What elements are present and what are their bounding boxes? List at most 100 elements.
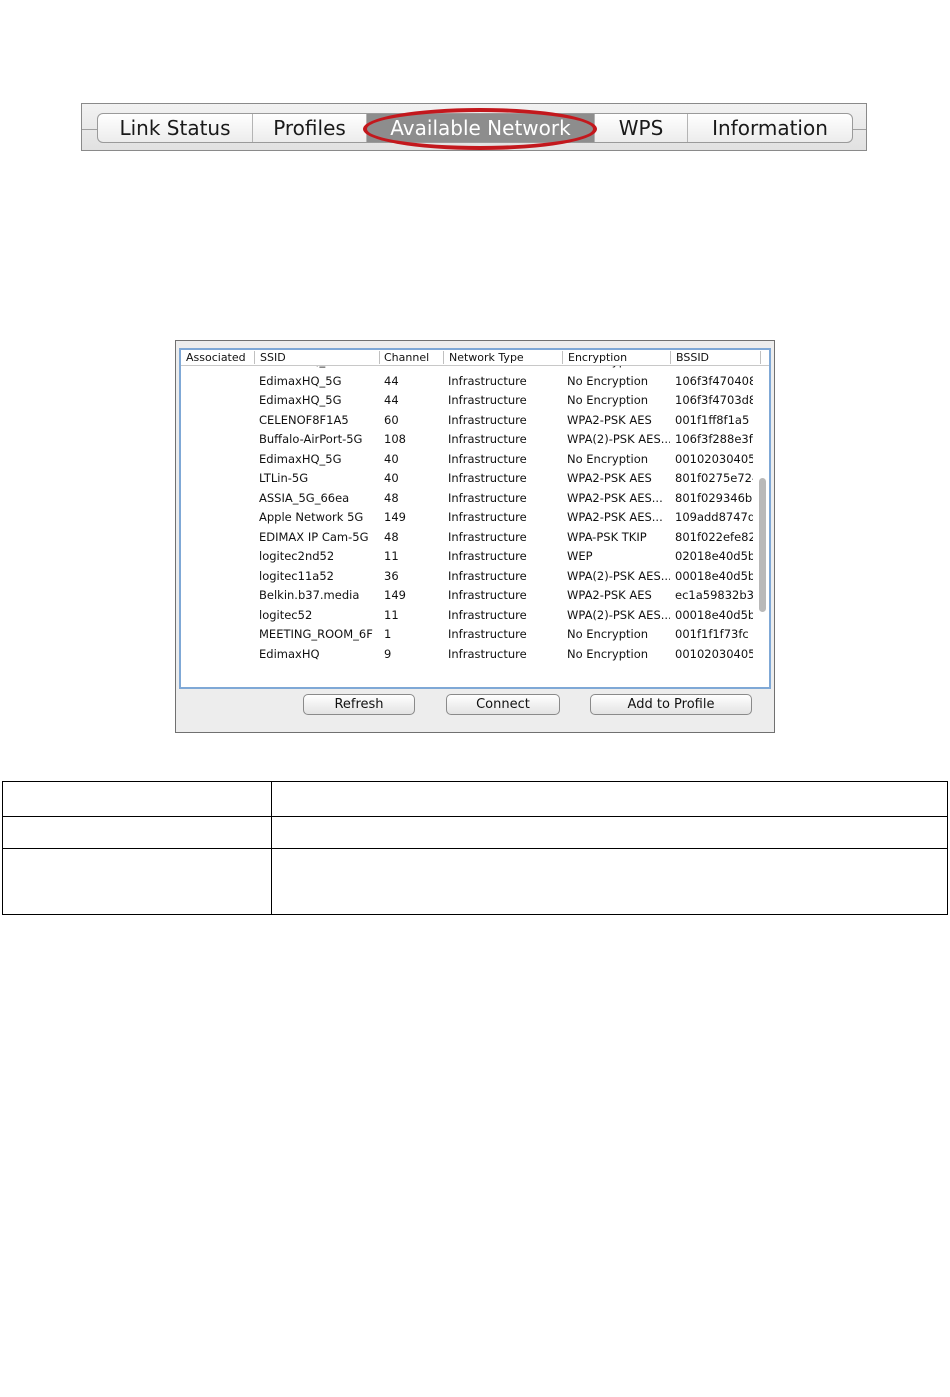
encryption-cell: No Encryption bbox=[567, 627, 649, 641]
channel-cell: 9 bbox=[384, 646, 392, 661]
column-separator bbox=[670, 351, 671, 364]
ssid-cell: Belkin.b37.media bbox=[259, 588, 360, 602]
channel-cell: 11 bbox=[384, 607, 399, 622]
column-encryption[interactable]: Encryption bbox=[568, 351, 627, 365]
channel-cell: 60 bbox=[384, 412, 399, 427]
bssid-cell: 801f0275e724 bbox=[675, 471, 753, 485]
network-row[interactable]: EdimaxHQ_5G 44 Infrastructure No Encryption… bbox=[181, 372, 753, 391]
scrollbar-thumb[interactable] bbox=[759, 478, 766, 612]
tab-group: Link Status Profiles Available Network W… bbox=[97, 113, 853, 143]
network-row[interactable]: Buffalo-AirPort-5G 108 Infrastructure WPA(2… bbox=[181, 430, 753, 449]
ssid-cell: logitec52 bbox=[259, 607, 313, 622]
table-cell bbox=[2, 781, 272, 817]
column-network-type[interactable]: Network Type bbox=[449, 351, 524, 365]
network-type-cell: Infrastructure bbox=[448, 393, 527, 407]
bssid-cell: 00018e40d5b8 bbox=[675, 607, 753, 622]
ssid-cell: CELENOF8F1A5 bbox=[259, 412, 349, 427]
ssid-cell: MEETING_ROOM_6F bbox=[259, 627, 373, 641]
channel-cell: 1 bbox=[384, 627, 392, 641]
ssid-cell: logitec2nd52 bbox=[259, 549, 335, 563]
ssid-cell: EdimaxHQ_5G bbox=[259, 451, 342, 466]
bssid-cell: 001020304050 bbox=[675, 646, 753, 661]
network-type-cell: Infrastructure bbox=[448, 588, 527, 602]
network-type-cell: Infrastructure bbox=[448, 373, 527, 388]
bssid-cell: 001020304058 bbox=[675, 451, 753, 466]
table-row bbox=[2, 816, 948, 849]
bssid-cell: 02018e40d5b8 bbox=[675, 549, 753, 563]
column-channel[interactable]: Channel bbox=[384, 351, 429, 365]
channel-cell: 40 bbox=[384, 471, 399, 485]
column-separator bbox=[443, 351, 444, 364]
table-cell bbox=[271, 781, 948, 817]
network-row[interactable]: EDIMAX IP Cam-5G 48 Infrastructure WPA-PSK … bbox=[181, 528, 753, 547]
column-associated[interactable]: Associated bbox=[186, 351, 246, 365]
tab-information[interactable]: Information bbox=[688, 114, 852, 142]
encryption-cell: WPA2-PSK AES... bbox=[567, 490, 663, 505]
encryption-cell: WPA2-PSK AES bbox=[567, 588, 652, 602]
tab-link-status[interactable]: Link Status bbox=[98, 114, 253, 142]
bssid-cell: 801f029346b7 bbox=[675, 490, 753, 505]
channel-cell: 48 bbox=[384, 490, 399, 505]
bssid-cell: 106f3f470408 bbox=[675, 373, 753, 388]
network-row[interactable]: EdimaxHQ_5G 44 Infrastructure No Encryption… bbox=[181, 391, 753, 410]
encryption-cell: WPA(2)-PSK AES... bbox=[567, 568, 670, 583]
network-row[interactable]: logitec2nd52 11 Infrastructure WEP 02018e40d… bbox=[181, 547, 753, 566]
encryption-cell: WPA2-PSK AES bbox=[567, 471, 652, 485]
network-type-cell: Infrastructure bbox=[448, 510, 527, 524]
encryption-cell: WPA2-PSK AES... bbox=[567, 510, 663, 524]
ssid-cell: logitec11a52 bbox=[259, 568, 334, 583]
refresh-button[interactable]: Refresh bbox=[303, 694, 415, 715]
bssid-cell: 001f1ff8f1a5 bbox=[675, 412, 750, 427]
table-row bbox=[2, 848, 948, 915]
column-ssid[interactable]: SSID bbox=[260, 351, 286, 365]
table-cell bbox=[271, 816, 948, 849]
column-bssid[interactable]: BSSID bbox=[676, 351, 709, 365]
ssid-cell: Apple Network 5G bbox=[259, 510, 364, 524]
network-row[interactable]: LTLin-5G 40 Infrastructure WPA2-PSK AES 801f… bbox=[181, 469, 753, 488]
network-row[interactable]: Apple Network 5G 149 Infrastructure WPA2-PS… bbox=[181, 508, 753, 527]
encryption-cell: No Encryption bbox=[567, 393, 649, 407]
encryption-cell: No Encryption bbox=[567, 646, 649, 661]
encryption-cell: WEP bbox=[567, 549, 593, 563]
network-list: EdimaxHQ_5G 44 Infrastructure No Encryption… bbox=[179, 348, 771, 689]
tab-available-network[interactable]: Available Network bbox=[367, 114, 595, 142]
bssid-cell: ec1a59832b37 bbox=[675, 588, 753, 602]
network-row[interactable]: MEETING_ROOM_6F 1 Infrastructure No Encrypt… bbox=[181, 625, 753, 644]
network-row[interactable]: EdimaxHQ_5G 40 Infrastructure No Encryption… bbox=[181, 450, 753, 469]
table-cell bbox=[271, 848, 948, 915]
network-type-cell: Infrastructure bbox=[448, 412, 527, 427]
network-row[interactable]: EdimaxHQ 9 Infrastructure No Encryption 0010… bbox=[181, 645, 753, 664]
channel-cell: 149 bbox=[384, 588, 406, 602]
tab-profiles[interactable]: Profiles bbox=[253, 114, 367, 142]
network-type-cell: Infrastructure bbox=[448, 549, 527, 563]
bssid-cell: 801f022efe82 bbox=[675, 529, 753, 544]
network-type-cell: Infrastructure bbox=[448, 451, 527, 466]
encryption-cell: WPA(2)-PSK AES... bbox=[567, 432, 670, 446]
bssid-cell: 109add8747d0 bbox=[675, 510, 753, 524]
network-row[interactable]: CELENOF8F1A5 60 Infrastructure WPA2-PSK AES… bbox=[181, 411, 753, 430]
encryption-cell: No Encryption bbox=[567, 451, 649, 466]
connect-button[interactable]: Connect bbox=[446, 694, 560, 715]
network-type-cell: Infrastructure bbox=[448, 471, 527, 485]
channel-cell: 44 bbox=[384, 373, 399, 388]
channel-cell: 48 bbox=[384, 529, 399, 544]
add-to-profile-button[interactable]: Add to Profile bbox=[590, 694, 752, 715]
channel-cell: 40 bbox=[384, 451, 399, 466]
channel-cell: 36 bbox=[384, 568, 399, 583]
network-row[interactable]: logitec11a52 36 Infrastructure WPA(2)-PSK A… bbox=[181, 567, 753, 586]
available-network-panel: EdimaxHQ_5G 44 Infrastructure No Encryption… bbox=[175, 340, 775, 733]
column-separator bbox=[254, 351, 255, 364]
network-row[interactable]: Belkin.b37.media 149 Infrastructure WPA2-PS… bbox=[181, 586, 753, 605]
vertical-scrollbar[interactable] bbox=[756, 366, 768, 686]
network-row[interactable]: ASSIA_5G_66ea 48 Infrastructure WPA2-PSK AE… bbox=[181, 489, 753, 508]
network-row[interactable]: logitec52 11 Infrastructure WPA(2)-PSK AES.… bbox=[181, 606, 753, 625]
ssid-cell: EDIMAX IP Cam-5G bbox=[259, 529, 369, 544]
tab-wps[interactable]: WPS bbox=[595, 114, 688, 142]
column-separator bbox=[760, 351, 761, 364]
table-row bbox=[2, 781, 948, 817]
bssid-cell: 106f3f288e3f bbox=[675, 432, 753, 446]
network-type-cell: Infrastructure bbox=[448, 627, 527, 641]
ssid-cell: EdimaxHQ_5G bbox=[259, 393, 342, 407]
encryption-cell: WPA-PSK TKIP bbox=[567, 529, 647, 544]
encryption-cell: No Encryption bbox=[567, 373, 649, 388]
